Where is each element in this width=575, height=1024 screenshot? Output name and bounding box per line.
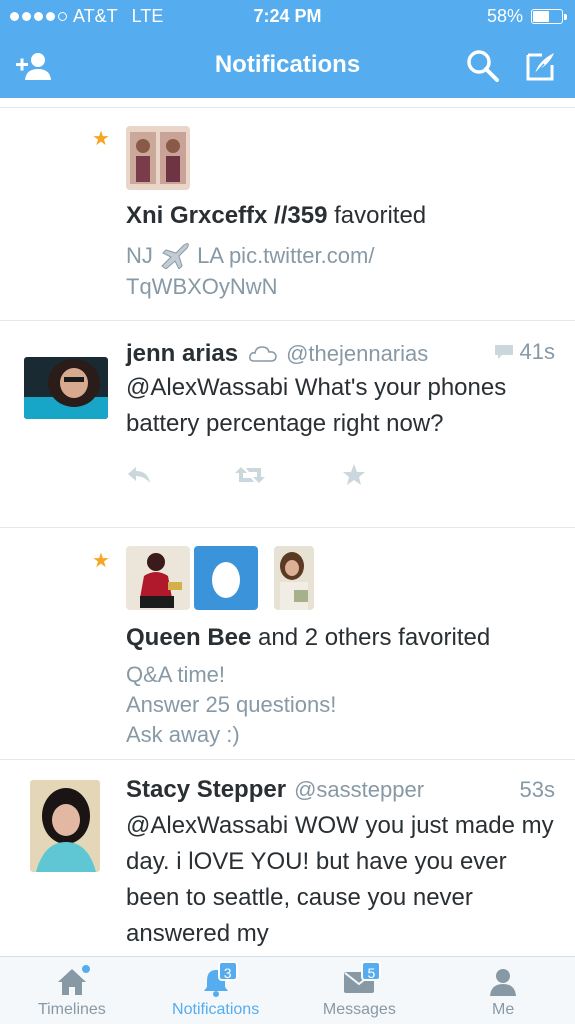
star-icon: ★: [92, 128, 110, 150]
reply-icon: [128, 467, 150, 483]
top-bar: AT&T LTE 7:24 PM 58% Notifications: [0, 0, 575, 98]
tweet-text: @AlexWassabi What's your phones battery …: [126, 374, 507, 437]
favorite-notification[interactable]: ★ Queen Bee and 2 others favorited Q&A t…: [0, 528, 575, 760]
battery-percent: 58%: [486, 6, 523, 26]
user-avatar[interactable]: [24, 357, 108, 419]
tweet-actions: [126, 460, 555, 490]
favorited-tweet-text[interactable]: NJ LA pic.twitter.com/ TqWBXOyNwN: [126, 240, 555, 302]
star-icon: [343, 464, 365, 485]
user-name[interactable]: Xni Grxceffx //359: [126, 202, 327, 229]
message-badge: 5: [361, 961, 382, 981]
user-avatar[interactable]: [274, 546, 314, 610]
star-icon: ★: [92, 550, 110, 572]
default-egg-avatar[interactable]: [194, 546, 258, 610]
user-avatar[interactable]: [126, 126, 190, 190]
user-name[interactable]: Stacy Stepper: [126, 776, 286, 804]
tweet[interactable]: jenn arias @thejennarias 41s @AlexWassab…: [0, 321, 575, 528]
tab-messages[interactable]: 5 Messages: [288, 957, 432, 1024]
compose-button[interactable]: [521, 48, 561, 84]
search-icon: [467, 50, 499, 82]
reply-button[interactable]: [126, 464, 234, 486]
user-avatar[interactable]: [30, 780, 100, 872]
user-handle[interactable]: @sasstepper: [294, 777, 424, 803]
retweet-icon: [235, 467, 265, 483]
user-avatar[interactable]: [126, 546, 190, 610]
tweet-text: @AlexWassabi WOW you just made my day. i…: [126, 812, 554, 947]
tab-notifications[interactable]: 3 Notifications: [144, 957, 288, 1024]
cloud-icon: [249, 345, 277, 362]
favorite-notification[interactable]: ★ Xni Grxceffx //359 favorited NJ LA pic…: [0, 108, 575, 321]
airplane-icon: [161, 243, 189, 270]
compose-icon: [526, 53, 554, 81]
tab-timelines[interactable]: Timelines: [0, 957, 144, 1024]
search-button[interactable]: [463, 48, 503, 84]
person-icon: [490, 969, 517, 996]
favorited-tweet-text[interactable]: Q&A time! Answer 25 questions! Ask away …: [126, 660, 555, 750]
user-name[interactable]: jenn arias: [126, 340, 238, 368]
favorite-summary: Xni Grxceffx //359 favorited: [126, 202, 427, 229]
nav-bar: Notifications: [0, 34, 575, 98]
tweet[interactable]: Stacy Stepper @sasstepper 53s @AlexWassa…: [0, 760, 575, 956]
favorite-summary: Queen Bee and 2 others favorited: [126, 624, 491, 651]
tab-bar: Timelines 3 Notifications 5 Messages Me: [0, 956, 575, 1024]
tweet-time: 41s: [494, 339, 555, 365]
retweet-button[interactable]: [234, 464, 342, 486]
battery-icon: [531, 9, 567, 24]
status-bar: AT&T LTE 7:24 PM 58%: [0, 0, 575, 34]
speech-bubble-icon: [494, 345, 513, 359]
unread-dot: [81, 965, 90, 973]
favorite-button[interactable]: [342, 463, 450, 487]
notification-badge: 3: [217, 961, 238, 981]
tab-me[interactable]: Me: [431, 957, 575, 1024]
tweet-time: 53s: [519, 777, 555, 802]
user-name[interactable]: Queen Bee: [126, 624, 251, 651]
notifications-feed[interactable]: ★ Xni Grxceffx //359 favorited NJ LA pic…: [0, 98, 575, 956]
user-handle[interactable]: @thejennarias: [286, 341, 428, 367]
